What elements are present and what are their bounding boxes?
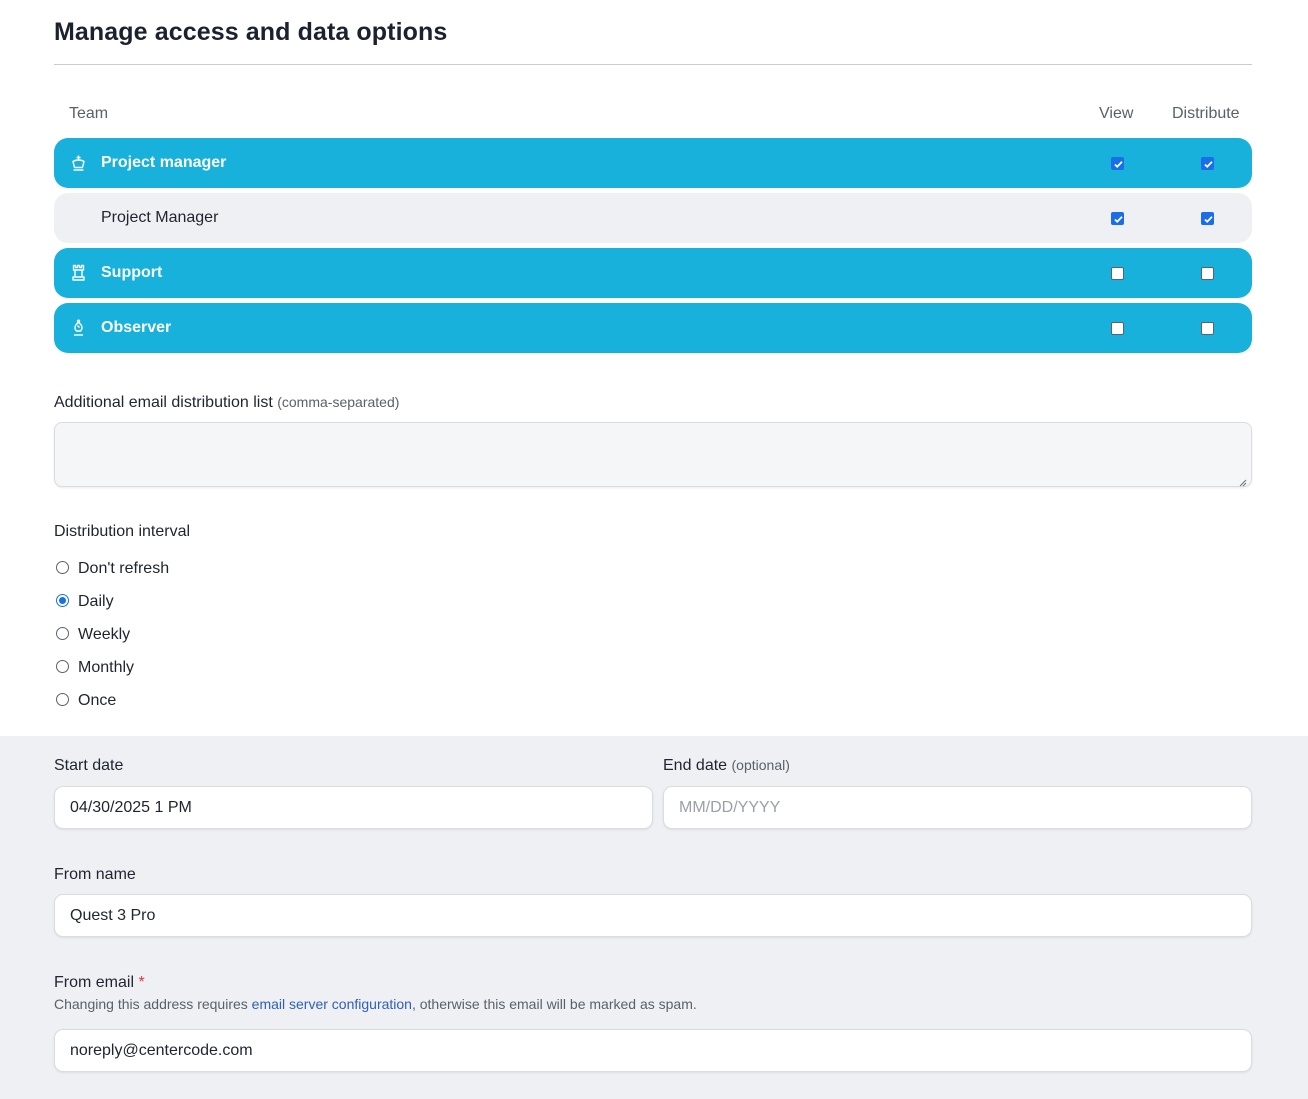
start-date-input[interactable]: 04/30/2025 1 PM [54, 786, 653, 829]
team-member-label: Project Manager [101, 209, 219, 226]
radio-label-dont-refresh: Don't refresh [78, 560, 170, 577]
team-group-row-observer: Observer [54, 303, 1252, 353]
email-list-label: Additional email distribution list (comm… [54, 394, 399, 412]
view-checkbox[interactable] [1111, 211, 1124, 225]
resize-grip-icon[interactable] [1239, 474, 1247, 487]
rook-icon [70, 264, 87, 282]
column-header-distribute: Distribute [1172, 105, 1240, 122]
team-group-row-project-manager: Project manager [54, 138, 1252, 188]
help-prefix: Changing this address requires [54, 996, 252, 1012]
radio-label-daily: Daily [78, 593, 114, 610]
team-group-label: Project manager [101, 154, 227, 171]
radio-label-weekly: Weekly [78, 626, 131, 643]
team-group-row-support: Support [54, 248, 1252, 298]
radio-once[interactable] [56, 693, 69, 706]
view-checkbox[interactable] [1111, 266, 1124, 280]
radio-monthly[interactable] [56, 660, 69, 673]
distribute-checkbox[interactable] [1201, 321, 1214, 335]
distribute-checkbox[interactable] [1201, 156, 1214, 170]
column-header-view: View [1099, 105, 1134, 122]
from-email-label-text: From email [54, 974, 135, 991]
email-list-label-text: Additional email distribution list [54, 394, 273, 411]
radio-label-monthly: Monthly [78, 659, 135, 676]
email-list-hint: (comma-separated) [277, 394, 400, 410]
team-group-label: Observer [101, 319, 172, 336]
end-date-hint: (optional) [731, 757, 790, 773]
view-checkbox[interactable] [1111, 321, 1124, 335]
radio-label-once: Once [78, 692, 117, 709]
help-suffix: , otherwise this email will be marked as… [411, 996, 697, 1012]
email-server-configuration-link[interactable]: email server configuration [252, 996, 412, 1012]
king-icon [70, 154, 87, 172]
distribute-checkbox[interactable] [1201, 266, 1214, 280]
from-name-input[interactable]: Quest 3 Pro [54, 894, 1252, 937]
page-title: Manage access and data options [54, 18, 448, 46]
radio-daily[interactable] [56, 594, 69, 607]
from-name-label: From name [54, 866, 136, 883]
distribute-checkbox[interactable] [1201, 211, 1214, 225]
end-date-label-text: End date [663, 757, 728, 774]
view-checkbox[interactable] [1111, 156, 1124, 170]
end-date-label: End date (optional) [663, 757, 790, 775]
title-divider [54, 64, 1252, 65]
from-email-input[interactable]: noreply@centercode.com [54, 1029, 1252, 1072]
required-asterisk: * [138, 974, 145, 991]
team-member-row-project-manager: Project Manager [54, 193, 1252, 243]
interval-label: Distribution interval [54, 523, 191, 540]
column-header-team: Team [69, 105, 109, 122]
from-email-label: From email * [54, 974, 145, 992]
end-date-input[interactable]: MM/DD/YYYY [663, 786, 1252, 829]
bishop-icon [70, 319, 87, 337]
radio-weekly[interactable] [56, 627, 69, 640]
email-list-textarea[interactable] [54, 422, 1252, 487]
radio-dont-refresh[interactable] [56, 561, 69, 574]
team-group-label: Support [101, 264, 163, 281]
start-date-label: Start date [54, 757, 124, 774]
from-email-help: Changing this address requires email ser… [54, 996, 697, 1012]
